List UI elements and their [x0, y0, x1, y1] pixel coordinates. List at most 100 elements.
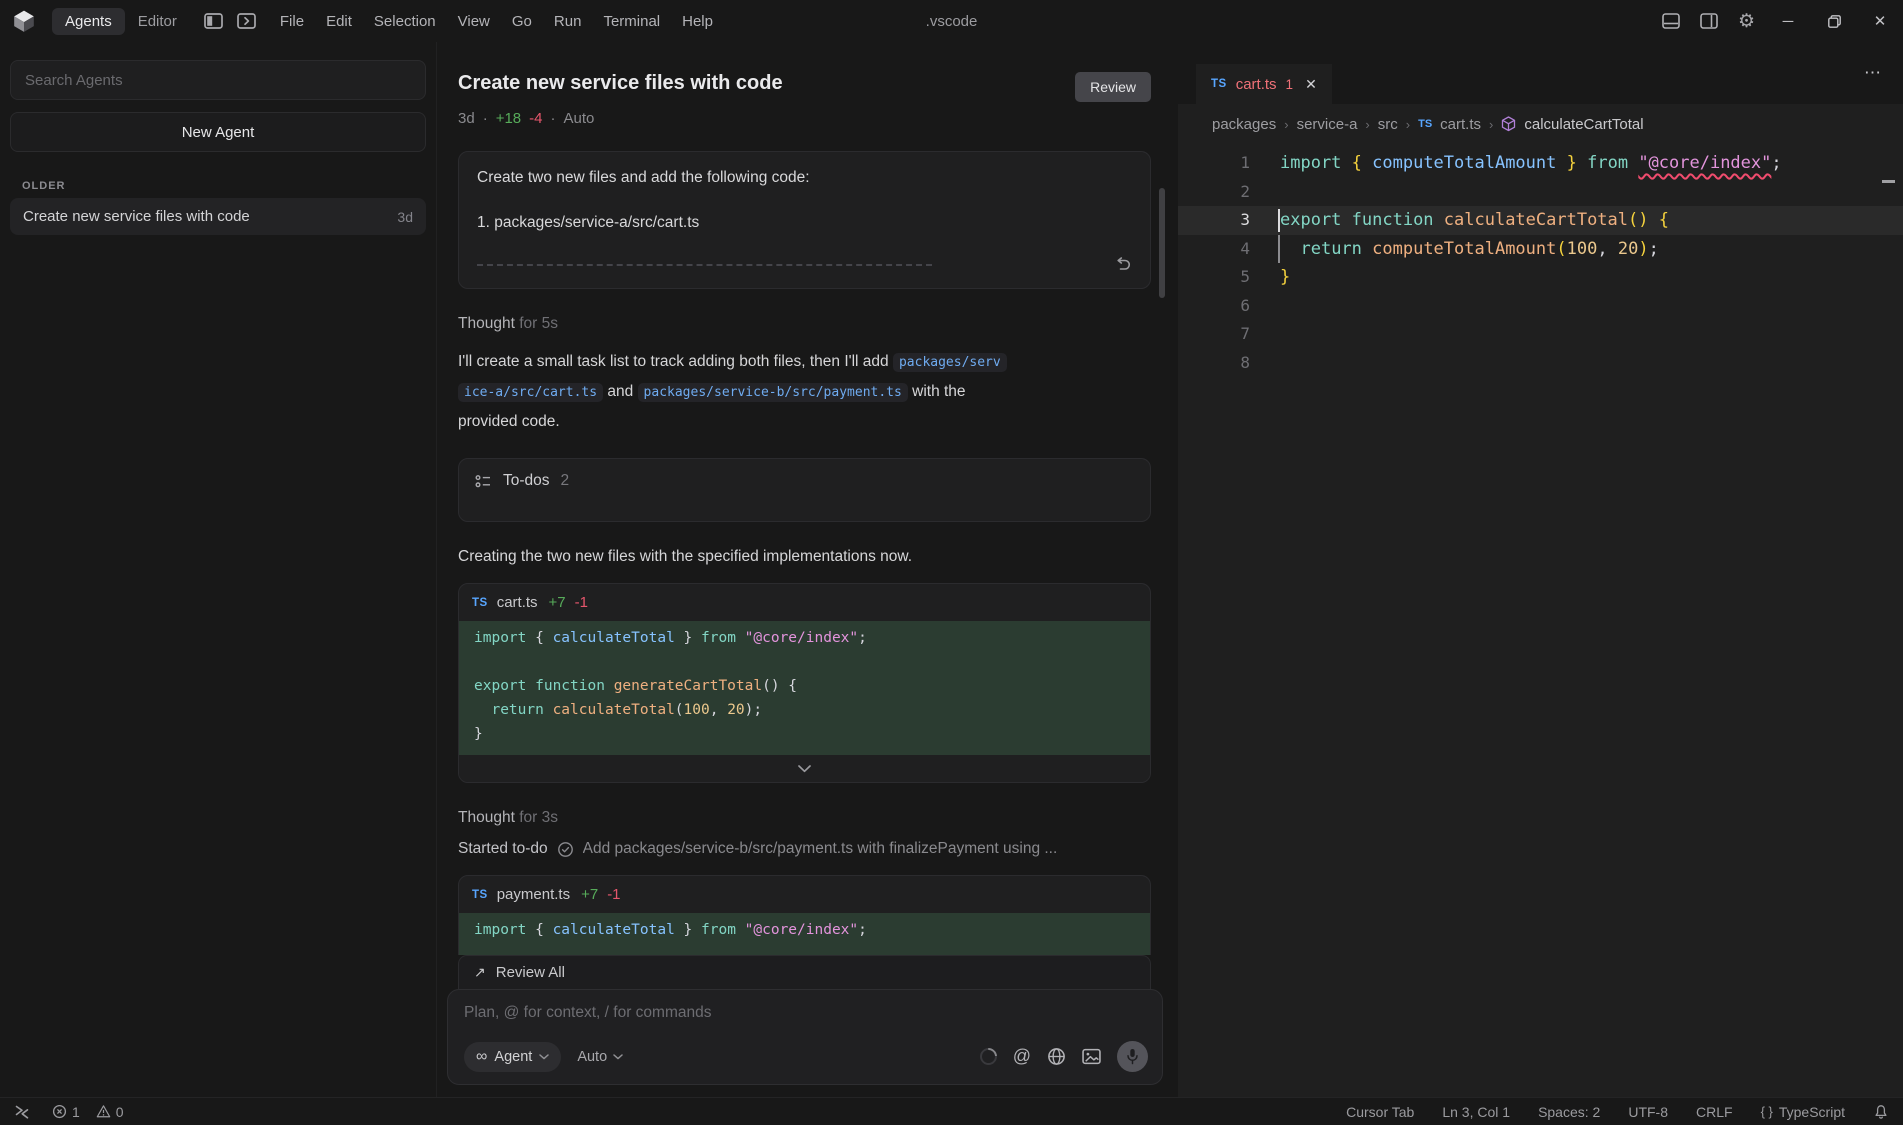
toggle-sidebar-icon[interactable] — [204, 13, 223, 29]
thought-duration[interactable]: Thought for 3s — [458, 809, 1151, 827]
editor-code-line[interactable]: 1import { computeTotalAmount } from "@co… — [1178, 149, 1903, 178]
restore-checkpoint-icon[interactable] — [1114, 257, 1132, 273]
cursor-tab-status[interactable]: Cursor Tab — [1346, 1104, 1414, 1120]
overview-ruler-marker — [1882, 180, 1895, 183]
assistant-paragraph: Creating the two new files with the spec… — [458, 548, 1151, 566]
menu-file[interactable]: File — [269, 8, 315, 35]
editor-code-line[interactable]: 7 — [1178, 320, 1903, 349]
line-number: 4 — [1178, 235, 1250, 264]
editor-actions-more-icon[interactable]: ⋯ — [1844, 63, 1903, 83]
diff-header[interactable]: TS payment.ts +7 -1 — [459, 876, 1150, 913]
language-status[interactable]: { } TypeScript — [1761, 1104, 1845, 1120]
attach-image-icon[interactable] — [1082, 1048, 1101, 1065]
chat-content: Create new service files with code Revie… — [437, 42, 1178, 976]
paragraph-line: I'll create a small task list to track a… — [458, 347, 1151, 377]
menu-run[interactable]: Run — [543, 8, 593, 35]
menu-terminal[interactable]: Terminal — [592, 8, 671, 35]
chat-title: Create new service files with code — [458, 72, 783, 95]
diff-header[interactable]: TS cart.ts +7 -1 — [459, 584, 1150, 621]
eol-status[interactable]: CRLF — [1696, 1104, 1733, 1120]
menu-view[interactable]: View — [447, 8, 501, 35]
breadcrumb-item-packages[interactable]: packages — [1212, 116, 1276, 133]
toggle-panel-icon[interactable] — [1662, 13, 1680, 29]
line-number: 8 — [1178, 349, 1250, 378]
code-token: ; — [1771, 153, 1781, 173]
notifications-bell-icon[interactable] — [1873, 1104, 1889, 1120]
menu-edit[interactable]: Edit — [315, 8, 363, 35]
editor-code-line[interactable]: 3export function calculateCartTotal() { — [1178, 206, 1903, 235]
code-editor[interactable]: 1import { computeTotalAmount } from "@co… — [1178, 144, 1903, 1097]
paragraph-text: I'll create a small task list to track a… — [458, 353, 893, 370]
review-all-button[interactable]: ↗ Review All — [458, 955, 1151, 989]
editor-code-line[interactable]: 4 return computeTotalAmount(100, 20); — [1178, 235, 1903, 264]
chat-input-box[interactable]: Plan, @ for context, / for commands ∞ Ag… — [447, 989, 1163, 1085]
encoding-status[interactable]: UTF-8 — [1628, 1104, 1668, 1120]
symbol-cube-icon — [1501, 116, 1516, 132]
inline-code-path[interactable]: packages/serv — [893, 353, 1007, 372]
menu-selection[interactable]: Selection — [363, 8, 447, 35]
todo-status-row[interactable]: Started to-do Add packages/service-b/src… — [458, 840, 1151, 858]
menu-go[interactable]: Go — [501, 8, 543, 35]
editor-tab-cart[interactable]: TS cart.ts 1 ✕ — [1196, 64, 1332, 104]
review-button[interactable]: Review — [1075, 72, 1151, 102]
code-token: } — [675, 630, 701, 646]
breadcrumb-item-src[interactable]: src — [1378, 116, 1398, 133]
thought-label: Thought — [458, 809, 515, 826]
diff-expand-button[interactable] — [459, 755, 1150, 782]
code-token: from — [701, 630, 745, 646]
breadcrumb-separator: › — [1365, 117, 1369, 132]
chat-scrollbar-thumb[interactable] — [1159, 188, 1165, 298]
model-dropdown[interactable]: Auto — [577, 1049, 623, 1065]
remote-indicator-icon[interactable] — [14, 1104, 30, 1120]
minimize-button[interactable]: ─ — [1765, 0, 1811, 42]
inline-code-path[interactable]: ice-a/src/cart.ts — [458, 383, 603, 402]
toggle-secondary-sidebar-icon[interactable] — [1700, 13, 1718, 29]
agent-list-item[interactable]: Create new service files with code 3d — [10, 198, 426, 235]
editor-code-line[interactable]: 8 — [1178, 349, 1903, 378]
problems-indicator[interactable]: 1 0 — [52, 1104, 124, 1120]
thought-duration[interactable]: Thought for 5s — [458, 315, 1151, 333]
breadcrumb: packages›service-a›src›TScart.ts›calcula… — [1178, 104, 1903, 144]
code-token: { — [1659, 210, 1669, 230]
indent-status[interactable]: Spaces: 2 — [1538, 1104, 1600, 1120]
arrow-up-right-icon: ↗ — [474, 964, 486, 981]
menu-help[interactable]: Help — [671, 8, 724, 35]
chat-input-placeholder[interactable]: Plan, @ for context, / for commands — [464, 1004, 1148, 1022]
tab-close-icon[interactable]: ✕ — [1305, 76, 1317, 93]
diff-code-line — [459, 650, 1150, 674]
code-token: () { — [762, 678, 797, 694]
search-agents-input[interactable] — [10, 60, 426, 100]
restore-button[interactable] — [1811, 0, 1857, 42]
breadcrumb-item-cart-ts[interactable]: cart.ts — [1440, 116, 1481, 133]
code-token: export — [474, 678, 535, 694]
new-agent-button[interactable]: New Agent — [10, 112, 426, 152]
chat-bottom-area: ↗ Review All Plan, @ for context, / for … — [437, 955, 1178, 1097]
code-token: calculateCartTotal — [1444, 210, 1628, 230]
line-content: } — [1250, 263, 1290, 292]
breadcrumb-item-service-a[interactable]: service-a — [1297, 116, 1358, 133]
breadcrumb-item-calculatecarttotal[interactable]: calculateCartTotal — [1524, 116, 1643, 133]
truncation-dashes — [477, 264, 932, 266]
code-token: } — [1280, 267, 1290, 287]
mention-context-icon[interactable]: @ — [1013, 1046, 1031, 1067]
editor-code-line[interactable]: 5} — [1178, 263, 1903, 292]
tab-problems-badge: 1 — [1286, 77, 1294, 92]
typescript-file-icon: TS — [1418, 118, 1432, 130]
todo-list-icon — [475, 474, 492, 494]
inline-code-path[interactable]: packages/service-b/src/payment.ts — [638, 383, 908, 402]
editor-code-line[interactable]: 2 — [1178, 178, 1903, 207]
settings-gear-icon[interactable]: ⚙ — [1738, 12, 1755, 31]
indent-guide — [1278, 235, 1280, 264]
titlebar-tab-editor[interactable]: Editor — [125, 8, 190, 35]
panel-chevron-icon[interactable] — [237, 13, 256, 29]
close-button[interactable]: ✕ — [1857, 0, 1903, 42]
web-search-globe-icon[interactable] — [1047, 1047, 1066, 1066]
diff-code-line: import { calculateTotal } from "@core/in… — [459, 918, 1150, 942]
voice-input-button[interactable] — [1117, 1041, 1148, 1072]
agent-mode-dropdown[interactable]: ∞ Agent — [464, 1042, 561, 1072]
editor-code-line[interactable]: 6 — [1178, 292, 1903, 321]
user-message-card: Create two new files and add the followi… — [458, 151, 1151, 289]
todos-card[interactable]: To-dos 2 — [458, 458, 1151, 522]
line-col-status[interactable]: Ln 3, Col 1 — [1442, 1104, 1510, 1120]
titlebar-tab-agents[interactable]: Agents — [52, 8, 125, 35]
